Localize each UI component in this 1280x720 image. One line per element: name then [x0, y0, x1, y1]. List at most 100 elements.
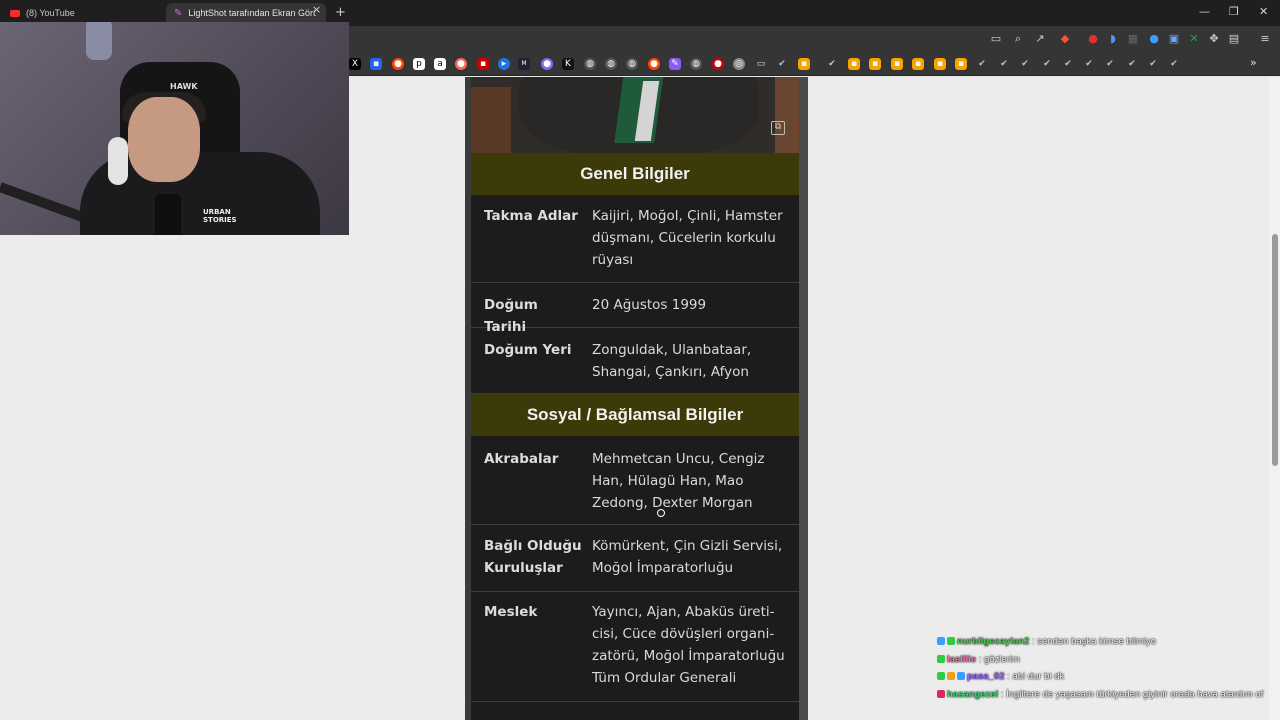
amazon-bookmark-icon[interactable]: a [434, 58, 446, 70]
steam-bookmark-icon[interactable]: ✔ [1168, 58, 1180, 70]
bookmark-icon[interactable]: ◍ [584, 58, 596, 70]
infobox-row-meslek: Meslek Yayıncı, Ajan, Abaküs üreti-cisi,… [471, 592, 799, 702]
steam-bookmark-icon[interactable]: ✔ [1083, 58, 1095, 70]
row-label: Takma Adlar [484, 208, 578, 224]
bookmark-icon[interactable]: K [562, 58, 574, 70]
steam-bookmark-icon[interactable]: ✔ [1062, 58, 1074, 70]
tab-title: LightShot tarafından Ekran Görü [188, 8, 317, 18]
brave-shield-icon[interactable]: ◆ [1058, 32, 1072, 46]
bookmark-icon[interactable]: ● [712, 58, 724, 70]
bookmark-icon[interactable]: ● [541, 58, 553, 70]
steam-bookmark-icon[interactable]: ✔ [998, 58, 1010, 70]
section-header-genel: Genel Bilgiler [471, 153, 799, 195]
tab-youtube[interactable]: (8) YouTube [6, 3, 156, 23]
bookmark-icon[interactable]: ▪ [869, 58, 881, 70]
steam-bookmark-icon[interactable]: ✔ [1147, 58, 1159, 70]
chat-message: nurbilgecaylan2 : senden başka kimse bil… [937, 636, 1156, 647]
infobox-row-dogum-yeri: Doğum Yeri Zonguldak, Ulanbataar, Shanga… [471, 328, 799, 394]
headphone-icon [108, 137, 128, 185]
extension-audio-icon[interactable]: ◗ [1106, 32, 1120, 46]
row-label: Meslek [484, 604, 538, 620]
photo-background [775, 77, 799, 153]
sidebar-icon[interactable]: ▤ [1227, 32, 1241, 46]
extension-window-icon[interactable]: ▣ [1167, 32, 1181, 46]
bookmark-icon[interactable]: ▪ [891, 58, 903, 70]
maximize-button[interactable]: ❐ [1229, 5, 1239, 18]
steam-bookmark-icon[interactable]: ✔ [1104, 58, 1116, 70]
extension-blue-icon[interactable]: ● [1147, 32, 1161, 46]
screen-icon[interactable]: ▭ [989, 32, 1003, 46]
row-label: Bağlı Olduğu Kuruluşlar [484, 538, 582, 576]
bookmark-icon[interactable]: ▸ [498, 58, 510, 70]
chat-badge-icon [937, 690, 945, 698]
bookmark-icon[interactable]: ◍ [626, 58, 638, 70]
bookmark-icon[interactable]: ◍ [690, 58, 702, 70]
chat-badge-icon [937, 655, 945, 663]
microphone-icon [155, 194, 181, 235]
extension-grid-icon[interactable]: ▦ [1126, 32, 1140, 46]
extension-excel-icon[interactable]: ✕ [1187, 32, 1201, 46]
mouse-cursor-icon [657, 509, 665, 517]
chat-message: hasangezel : İngiltere de yaşasam türkiy… [937, 689, 1272, 701]
steam-bookmark-icon[interactable]: ✔ [776, 58, 788, 70]
infobox-photo[interactable]: ⧉ [471, 77, 799, 153]
row-value: Zonguldak, Ulanbataar, Shangai, Çankırı,… [592, 342, 752, 380]
chat-badge-icon [937, 672, 945, 680]
x-bookmark-icon[interactable]: X [349, 58, 361, 70]
steam-bookmark-icon[interactable]: ✔ [1019, 58, 1031, 70]
bookmark-icon[interactable]: ◎ [733, 58, 745, 70]
row-value: Kömürkent, Çin Gizli Servisi, Moğol İmpa… [592, 538, 783, 576]
extension-red-icon[interactable]: ● [1086, 32, 1100, 46]
chat-username: lasillie [947, 654, 977, 665]
webcam-overlay: HAWK URBAN STORIES [0, 22, 349, 235]
tab-lightshot[interactable]: ✎ LightShot tarafından Ekran Görü [166, 3, 326, 23]
folder-icon[interactable]: ▭ [755, 58, 767, 70]
menu-icon[interactable]: ≡ [1258, 32, 1272, 46]
close-window-button[interactable]: ✕ [1259, 5, 1268, 18]
wiki-infobox: ⧉ Genel Bilgiler Takma Adlar Kaijiri, Mo… [471, 77, 799, 720]
shirt-text: URBAN STORIES [203, 208, 237, 224]
steam-bookmark-icon[interactable]: ✔ [1041, 58, 1053, 70]
chat-text: : abi dur bi dk [1007, 671, 1065, 682]
chat-username: hasangezel [947, 689, 999, 700]
steam-bookmark-icon[interactable]: ✔ [1126, 58, 1138, 70]
chat-badge-icon [947, 672, 955, 680]
lightshot-feather-icon: ✎ [174, 7, 183, 19]
chat-badge-icon [937, 637, 945, 645]
zoom-icon[interactable]: ⌕ [1011, 32, 1025, 46]
tab-title: (8) YouTube [26, 8, 75, 18]
bookmark-icon[interactable]: ▪ [934, 58, 946, 70]
chat-message: lasillie : gözlerim [937, 654, 1020, 665]
close-tab-icon[interactable]: × [312, 3, 321, 16]
scrollbar-thumb[interactable] [1272, 234, 1278, 466]
bookmark-icon[interactable]: M [518, 58, 530, 70]
extensions-puzzle-icon[interactable]: ✥ [1207, 32, 1221, 46]
infobox-row-takma-adlar: Takma Adlar Kaijiri, Moğol, Çinli, Hamst… [471, 195, 799, 283]
bookmark-icon[interactable]: ▪ [912, 58, 924, 70]
bookmark-icon[interactable]: ▪ [477, 58, 489, 70]
infobox-row-kuruluslar: Bağlı Olduğu Kuruluşlar Kömürkent, Çin G… [471, 525, 799, 592]
bookmarks-overflow-icon[interactable]: » [1250, 56, 1257, 69]
row-value: Kaijiri, Moğol, Çinli, Hamster düşmanı, … [592, 208, 783, 268]
bookmark-icon[interactable]: ◍ [605, 58, 617, 70]
infobox-row-dogum-tarihi: Doğum Tarihi 20 Ağustos 1999 [471, 283, 799, 335]
bookmark-icon[interactable]: ▪ [798, 58, 810, 70]
infobox-row-akrabalar: Akrabalar Mehmetcan Uncu, Cengiz Han, Hü… [471, 436, 799, 525]
chat-text: : İngiltere de yaşasam türkiyeden giyini… [1000, 689, 1264, 700]
bookmark-icon[interactable]: ▪ [848, 58, 860, 70]
share-icon[interactable]: ↗ [1033, 32, 1047, 46]
steam-bookmark-icon[interactable]: ✔ [826, 58, 838, 70]
reddit-bookmark-icon[interactable]: ● [648, 58, 660, 70]
row-value: Yayıncı, Ajan, Abaküs üreti-cisi, Cüce d… [592, 604, 785, 686]
steam-bookmark-icon[interactable]: ✔ [976, 58, 988, 70]
bookmark-icon[interactable]: ✎ [669, 58, 681, 70]
expand-image-icon[interactable]: ⧉ [771, 121, 785, 135]
bookmark-icon[interactable]: ● [455, 58, 467, 70]
minimize-button[interactable]: — [1199, 5, 1210, 18]
bookmark-icon[interactable]: ▪ [370, 58, 382, 70]
new-tab-button[interactable]: + [335, 5, 346, 20]
photo-background [471, 87, 511, 153]
bookmark-icon[interactable]: ▪ [955, 58, 967, 70]
reddit-bookmark-icon[interactable]: ● [392, 58, 404, 70]
patreon-bookmark-icon[interactable]: p [413, 58, 425, 70]
